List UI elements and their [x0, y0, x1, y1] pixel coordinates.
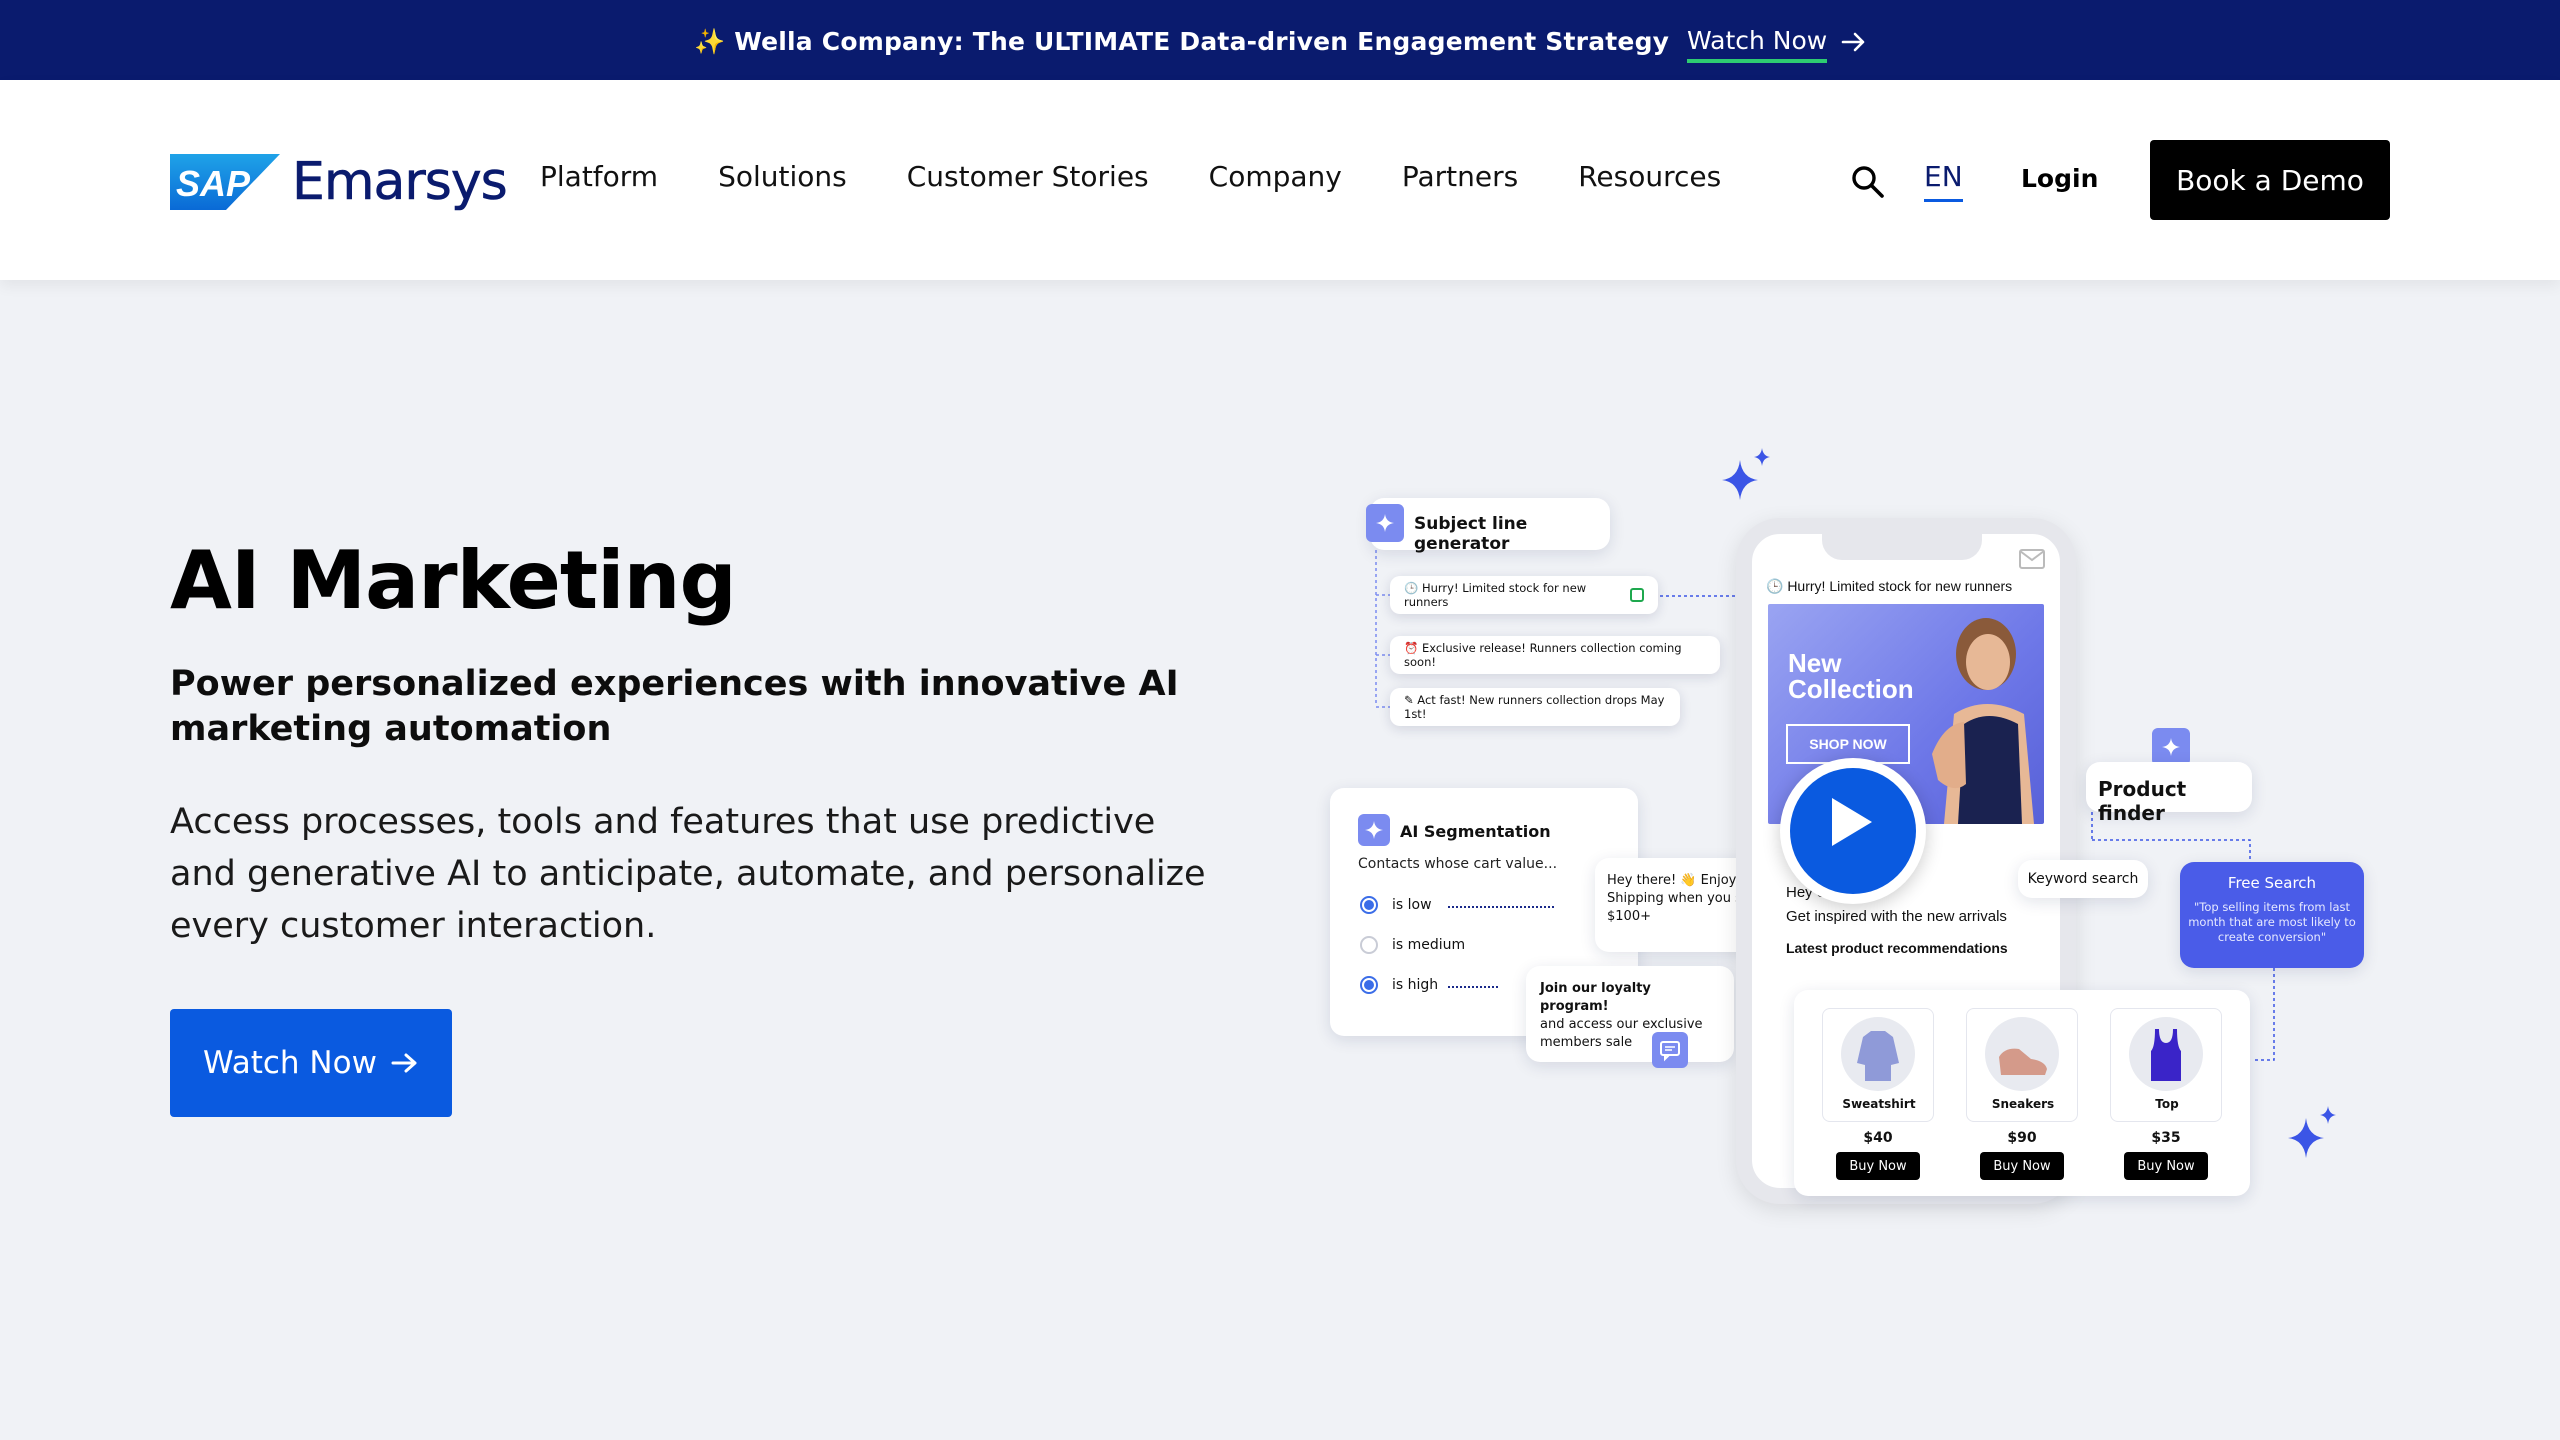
- product-finder-card: Product finder: [2086, 762, 2252, 825]
- video-play-button[interactable]: [1780, 758, 1926, 904]
- buy-now-button[interactable]: Buy Now: [1836, 1152, 1920, 1180]
- inspired-text: Get inspired with the new arrivals: [1786, 908, 2007, 925]
- loyalty-title: Join our loyalty program!: [1540, 981, 1651, 1014]
- keyword-search-chip[interactable]: Keyword search: [2018, 860, 2148, 898]
- banner-title: New Collection: [1788, 648, 1914, 704]
- brand-logo[interactable]: SAP Emarsys: [170, 152, 508, 213]
- book-demo-button[interactable]: Book a Demo: [2150, 140, 2390, 220]
- nav-platform[interactable]: Platform: [540, 160, 658, 193]
- sneakers-image: [1985, 1017, 2059, 1091]
- top-image: [2129, 1017, 2203, 1091]
- sap-logo-icon: SAP: [170, 154, 280, 210]
- hero-body: Access processes, tools and features tha…: [170, 802, 1206, 946]
- product-name: Sneakers: [1991, 1097, 2055, 1111]
- subject-generator-title: Subject line generator: [1414, 514, 1528, 554]
- brand-name: Emarsys: [292, 152, 508, 213]
- product-price: $90: [2007, 1130, 2037, 1146]
- email-subject: 🕒 Hurry! Limited stock for new runners: [1766, 578, 2013, 594]
- free-search-card: Free Search "Top selling items from last…: [2180, 862, 2364, 968]
- ai-sparkle-icon: [2152, 728, 2190, 766]
- hero-subtitle: Power personalized experiences with inno…: [170, 664, 1179, 749]
- product-recommendations-card: Sweatshirt $40 Buy Now Sneakers $90 Buy …: [1794, 990, 2250, 1196]
- main-nav: Platform Solutions Customer Stories Comp…: [540, 160, 1781, 193]
- svg-text:SAP: SAP: [176, 163, 251, 204]
- segmentation-caption: Contacts whose cart value...: [1358, 856, 1558, 872]
- radio-button[interactable]: [1360, 896, 1378, 914]
- product-name: Sweatshirt: [1842, 1097, 1916, 1111]
- product-card[interactable]: Sweatshirt: [1822, 1008, 1934, 1122]
- buy-now-button[interactable]: Buy Now: [1980, 1152, 2064, 1180]
- chat-icon: [1652, 1032, 1688, 1068]
- search-icon[interactable]: [1850, 164, 1886, 200]
- product-card[interactable]: Top: [2110, 1008, 2222, 1122]
- play-icon: [1832, 798, 1872, 846]
- free-search-title: Free Search: [2227, 874, 2317, 892]
- segment-option-high[interactable]: is high: [1360, 976, 1438, 994]
- product-price: $35: [2151, 1130, 2181, 1146]
- subject-line-generator-card: Subject line generator: [1366, 498, 1610, 554]
- segment-option-low[interactable]: is low: [1360, 896, 1432, 914]
- hero-cta-label: Watch Now: [203, 1045, 377, 1081]
- subject-option[interactable]: ⏰ Exclusive release! Runners collection …: [1390, 636, 1720, 674]
- announcement-message: ✨ Wella Company: The ULTIMATE Data-drive…: [694, 27, 1670, 56]
- phone-notch: [1822, 534, 1982, 560]
- announcement-watch-link[interactable]: Watch Now: [1687, 26, 1867, 63]
- buy-now-button[interactable]: Buy Now: [2124, 1152, 2208, 1180]
- ai-sparkle-icon: [1358, 814, 1390, 846]
- sweatshirt-image: [1841, 1017, 1915, 1091]
- language-selector[interactable]: EN: [1924, 160, 1963, 202]
- radio-button[interactable]: [1360, 936, 1378, 954]
- nav-customer-stories[interactable]: Customer Stories: [907, 160, 1149, 193]
- ai-sparkle-icon: [1366, 504, 1404, 542]
- arrow-right-icon: [1841, 32, 1865, 51]
- radio-button[interactable]: [1360, 976, 1378, 994]
- mail-icon: [2019, 549, 2045, 569]
- product-card[interactable]: Sneakers: [1966, 1008, 2078, 1122]
- check-icon: [1630, 588, 1644, 602]
- hero-title: AI Marketing: [170, 534, 737, 627]
- nav-resources[interactable]: Resources: [1578, 160, 1721, 193]
- runner-photo: [1932, 618, 2034, 824]
- announcement-watch-label: Watch Now: [1687, 26, 1828, 63]
- latest-recommendations-label: Latest product recommendations: [1786, 940, 2008, 956]
- announcement-bar: ✨ Wella Company: The ULTIMATE Data-drive…: [0, 0, 2560, 80]
- segment-option-medium[interactable]: is medium: [1360, 936, 1465, 954]
- loyalty-bubble: Join our loyalty program! and access our…: [1526, 966, 1734, 1062]
- hero-watch-now-button[interactable]: Watch Now: [170, 1009, 452, 1117]
- site-header: SAP Emarsys Platform Solutions Customer …: [0, 80, 2560, 280]
- free-search-description: "Top selling items from last month that …: [2188, 900, 2356, 944]
- nav-solutions[interactable]: Solutions: [718, 160, 847, 193]
- login-link[interactable]: Login: [2021, 164, 2098, 193]
- subject-option[interactable]: ✎ Act fast! New runners collection drops…: [1390, 688, 1680, 726]
- product-name: Top: [2155, 1097, 2179, 1111]
- nav-company[interactable]: Company: [1209, 160, 1342, 193]
- hero-illustration: Subject line generator 🕒 Hurry! Limited …: [1330, 440, 2380, 1220]
- product-price: $40: [1863, 1130, 1893, 1146]
- product-finder-title: Product finder: [2098, 777, 2187, 825]
- segmentation-title: AI Segmentation: [1400, 822, 1551, 841]
- subject-option[interactable]: 🕒 Hurry! Limited stock for new runners: [1390, 576, 1658, 614]
- arrow-right-icon: [391, 1053, 417, 1073]
- nav-partners[interactable]: Partners: [1402, 160, 1518, 193]
